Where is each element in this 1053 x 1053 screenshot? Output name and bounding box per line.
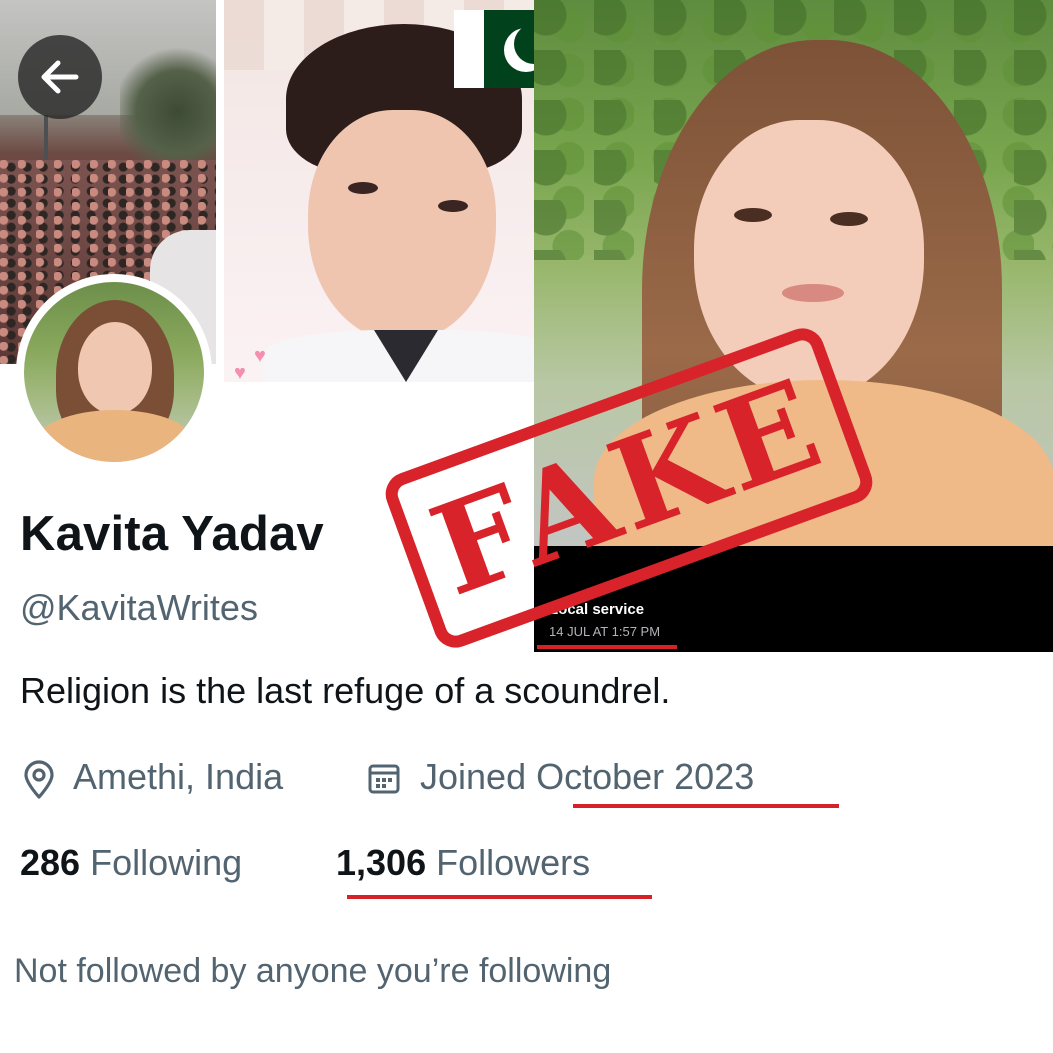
banner-trees [120, 40, 216, 160]
followers-count: 1,306 [336, 842, 427, 883]
profile-joined-date: Joined October 2023 [420, 756, 755, 797]
calendar-icon [368, 764, 400, 794]
following-label: Following [90, 842, 243, 883]
caption-timestamp: 14 JUL AT 1:57 PM [549, 624, 661, 639]
following-count-link[interactable]: 286 Following [20, 842, 242, 884]
followers-red-underline [347, 895, 652, 899]
avatar[interactable] [16, 274, 212, 470]
map-pin-icon [24, 760, 54, 799]
joined-red-underline [573, 804, 839, 808]
display-name: Kavita Yadav [20, 507, 324, 561]
followers-count-link[interactable]: 1,306 Followers [336, 842, 590, 884]
profile-location: Amethi, India [73, 756, 284, 797]
not-followed-notice: Not followed by anyone you’re following [14, 952, 612, 990]
username-handle: @KavitaWrites [20, 587, 258, 628]
profile-bio: Religion is the last refuge of a scoundr… [20, 670, 671, 711]
followers-label: Followers [436, 842, 591, 883]
avatar-photo [24, 282, 204, 462]
arrow-left-icon [41, 60, 79, 94]
back-button[interactable] [18, 35, 102, 119]
caption-red-underline [537, 645, 677, 649]
following-count: 286 [20, 842, 81, 883]
